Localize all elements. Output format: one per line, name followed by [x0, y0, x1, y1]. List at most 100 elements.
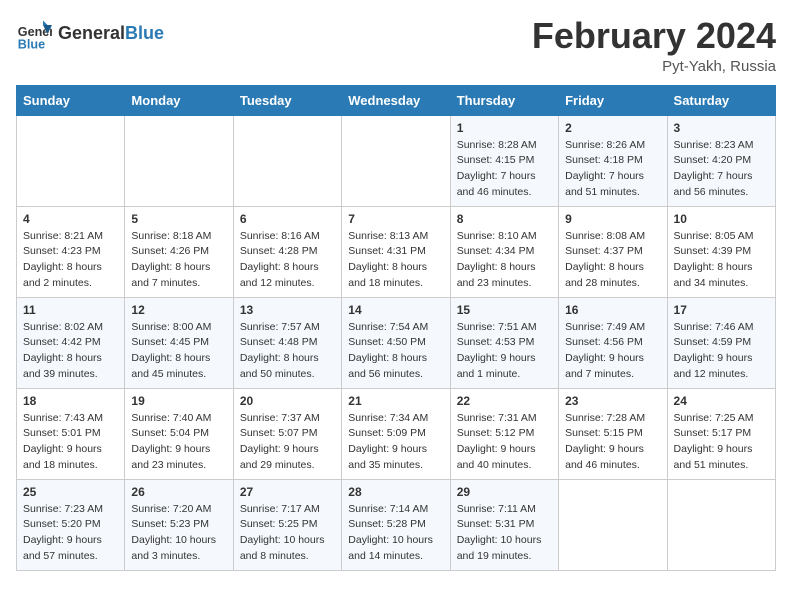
- calendar-cell: 18Sunrise: 7:43 AM Sunset: 5:01 PM Dayli…: [17, 388, 125, 479]
- header-wednesday: Wednesday: [342, 85, 450, 115]
- calendar-cell: 23 Sunrise: 7:28 AM Sunset: 5:15 PM Dayli…: [559, 388, 667, 479]
- calendar-week-row: 18Sunrise: 7:43 AM Sunset: 5:01 PM Dayli…: [17, 388, 776, 479]
- day-number: 7: [348, 212, 443, 226]
- day-number: 15: [457, 303, 552, 317]
- day-number: 8: [457, 212, 552, 226]
- day-number: 26: [131, 485, 226, 499]
- cell-info-text: Sunrise: 8:23 AM Sunset: 4:20 PM Dayligh…: [674, 138, 769, 201]
- cell-info-text: Sunrise: 7:14 AM Sunset: 5:28 PM Dayligh…: [348, 502, 443, 565]
- cell-info-text: Sunrise: 7:11 AM Sunset: 5:31 PM Dayligh…: [457, 502, 552, 565]
- title-block: February 2024 Pyt-Yakh, Russia: [532, 16, 776, 75]
- calendar-cell: [17, 115, 125, 206]
- calendar-cell: 25 Sunrise: 7:23 AM Sunset: 5:20 PM Dayli…: [17, 479, 125, 570]
- day-number: 4: [23, 212, 118, 226]
- logo-general: General: [58, 23, 125, 43]
- day-number: 20: [240, 394, 335, 408]
- day-number: 12: [131, 303, 226, 317]
- calendar-cell: 29 Sunrise: 7:11 AM Sunset: 5:31 PM Dayli…: [450, 479, 558, 570]
- calendar-cell: 14 Sunrise: 7:54 AM Sunset: 4:50 PM Dayli…: [342, 297, 450, 388]
- calendar-week-row: 1 Sunrise: 8:28 AM Sunset: 4:15 PM Daylig…: [17, 115, 776, 206]
- calendar-cell: 12 Sunrise: 8:00 AM Sunset: 4:45 PM Dayli…: [125, 297, 233, 388]
- calendar-cell: 3 Sunrise: 8:23 AM Sunset: 4:20 PM Daylig…: [667, 115, 775, 206]
- header-tuesday: Tuesday: [233, 85, 341, 115]
- cell-info-text: Sunrise: 7:54 AM Sunset: 4:50 PM Dayligh…: [348, 320, 443, 383]
- cell-info-text: Sunrise: 7:40 AM Sunset: 5:04 PM Dayligh…: [131, 411, 226, 474]
- logo-icon: General Blue: [16, 16, 52, 52]
- calendar-cell: 5 Sunrise: 8:18 AM Sunset: 4:26 PM Daylig…: [125, 206, 233, 297]
- calendar-week-row: 25 Sunrise: 7:23 AM Sunset: 5:20 PM Dayli…: [17, 479, 776, 570]
- day-number: 22: [457, 394, 552, 408]
- day-number: 25: [23, 485, 118, 499]
- cell-info-text: Sunrise: 8:02 AM Sunset: 4:42 PM Dayligh…: [23, 320, 118, 383]
- day-number: 1: [457, 121, 552, 135]
- cell-info-text: Sunrise: 8:28 AM Sunset: 4:15 PM Dayligh…: [457, 138, 552, 201]
- cell-info-text: Sunrise: 8:08 AM Sunset: 4:37 PM Dayligh…: [565, 229, 660, 292]
- cell-info-text: Sunrise: 7:31 AM Sunset: 5:12 PM Dayligh…: [457, 411, 552, 474]
- calendar-cell: 27 Sunrise: 7:17 AM Sunset: 5:25 PM Dayli…: [233, 479, 341, 570]
- days-header-row: Sunday Monday Tuesday Wednesday Thursday…: [17, 85, 776, 115]
- calendar-week-row: 4 Sunrise: 8:21 AM Sunset: 4:23 PM Daylig…: [17, 206, 776, 297]
- day-number: 24: [674, 394, 769, 408]
- day-number: 18: [23, 394, 118, 408]
- day-number: 16: [565, 303, 660, 317]
- cell-info-text: Sunrise: 8:18 AM Sunset: 4:26 PM Dayligh…: [131, 229, 226, 292]
- calendar-cell: 24Sunrise: 7:25 AM Sunset: 5:17 PM Dayli…: [667, 388, 775, 479]
- cell-info-text: Sunrise: 7:46 AM Sunset: 4:59 PM Dayligh…: [674, 320, 769, 383]
- svg-text:Blue: Blue: [18, 37, 45, 51]
- calendar-body: 1 Sunrise: 8:28 AM Sunset: 4:15 PM Daylig…: [17, 115, 776, 570]
- day-number: 21: [348, 394, 443, 408]
- calendar-cell: 4 Sunrise: 8:21 AM Sunset: 4:23 PM Daylig…: [17, 206, 125, 297]
- logo: General Blue GeneralBlue: [16, 16, 164, 52]
- calendar-cell: 10 Sunrise: 8:05 AM Sunset: 4:39 PM Dayli…: [667, 206, 775, 297]
- cell-info-text: Sunrise: 8:13 AM Sunset: 4:31 PM Dayligh…: [348, 229, 443, 292]
- calendar-cell: 2Sunrise: 8:26 AM Sunset: 4:18 PM Daylig…: [559, 115, 667, 206]
- header-friday: Friday: [559, 85, 667, 115]
- day-number: 6: [240, 212, 335, 226]
- day-number: 14: [348, 303, 443, 317]
- calendar-cell: 20 Sunrise: 7:37 AM Sunset: 5:07 PM Dayli…: [233, 388, 341, 479]
- cell-info-text: Sunrise: 8:26 AM Sunset: 4:18 PM Dayligh…: [565, 138, 660, 201]
- day-number: 23: [565, 394, 660, 408]
- cell-info-text: Sunrise: 7:17 AM Sunset: 5:25 PM Dayligh…: [240, 502, 335, 565]
- cell-info-text: Sunrise: 7:28 AM Sunset: 5:15 PM Dayligh…: [565, 411, 660, 474]
- day-number: 17: [674, 303, 769, 317]
- calendar-cell: [342, 115, 450, 206]
- calendar-cell: 1 Sunrise: 8:28 AM Sunset: 4:15 PM Daylig…: [450, 115, 558, 206]
- cell-info-text: Sunrise: 8:05 AM Sunset: 4:39 PM Dayligh…: [674, 229, 769, 292]
- calendar-cell: [559, 479, 667, 570]
- calendar-cell: 26 Sunrise: 7:20 AM Sunset: 5:23 PM Dayli…: [125, 479, 233, 570]
- cell-info-text: Sunrise: 7:49 AM Sunset: 4:56 PM Dayligh…: [565, 320, 660, 383]
- calendar-cell: 21Sunrise: 7:34 AM Sunset: 5:09 PM Dayli…: [342, 388, 450, 479]
- month-year-title: February 2024: [532, 16, 776, 56]
- day-number: 5: [131, 212, 226, 226]
- location-subtitle: Pyt-Yakh, Russia: [532, 58, 776, 75]
- calendar-cell: 7 Sunrise: 8:13 AM Sunset: 4:31 PM Daylig…: [342, 206, 450, 297]
- calendar-cell: 9 Sunrise: 8:08 AM Sunset: 4:37 PM Daylig…: [559, 206, 667, 297]
- page-header: General Blue GeneralBlue February 2024 P…: [16, 16, 776, 75]
- calendar-cell: 19Sunrise: 7:40 AM Sunset: 5:04 PM Dayli…: [125, 388, 233, 479]
- calendar-cell: 28Sunrise: 7:14 AM Sunset: 5:28 PM Dayli…: [342, 479, 450, 570]
- header-sunday: Sunday: [17, 85, 125, 115]
- calendar-cell: 11Sunrise: 8:02 AM Sunset: 4:42 PM Dayli…: [17, 297, 125, 388]
- calendar-cell: 22 Sunrise: 7:31 AM Sunset: 5:12 PM Dayli…: [450, 388, 558, 479]
- cell-info-text: Sunrise: 7:37 AM Sunset: 5:07 PM Dayligh…: [240, 411, 335, 474]
- cell-info-text: Sunrise: 7:23 AM Sunset: 5:20 PM Dayligh…: [23, 502, 118, 565]
- logo-blue: Blue: [125, 23, 164, 43]
- day-number: 3: [674, 121, 769, 135]
- cell-info-text: Sunrise: 7:51 AM Sunset: 4:53 PM Dayligh…: [457, 320, 552, 383]
- cell-info-text: Sunrise: 7:57 AM Sunset: 4:48 PM Dayligh…: [240, 320, 335, 383]
- calendar-cell: 6 Sunrise: 8:16 AM Sunset: 4:28 PM Daylig…: [233, 206, 341, 297]
- calendar-cell: 8Sunrise: 8:10 AM Sunset: 4:34 PM Daylig…: [450, 206, 558, 297]
- day-number: 27: [240, 485, 335, 499]
- day-number: 29: [457, 485, 552, 499]
- calendar-cell: [125, 115, 233, 206]
- day-number: 9: [565, 212, 660, 226]
- cell-info-text: Sunrise: 8:00 AM Sunset: 4:45 PM Dayligh…: [131, 320, 226, 383]
- cell-info-text: Sunrise: 7:20 AM Sunset: 5:23 PM Dayligh…: [131, 502, 226, 565]
- calendar-cell: [233, 115, 341, 206]
- calendar-cell: 16 Sunrise: 7:49 AM Sunset: 4:56 PM Dayli…: [559, 297, 667, 388]
- header-saturday: Saturday: [667, 85, 775, 115]
- cell-info-text: Sunrise: 8:16 AM Sunset: 4:28 PM Dayligh…: [240, 229, 335, 292]
- day-number: 10: [674, 212, 769, 226]
- cell-info-text: Sunrise: 8:21 AM Sunset: 4:23 PM Dayligh…: [23, 229, 118, 292]
